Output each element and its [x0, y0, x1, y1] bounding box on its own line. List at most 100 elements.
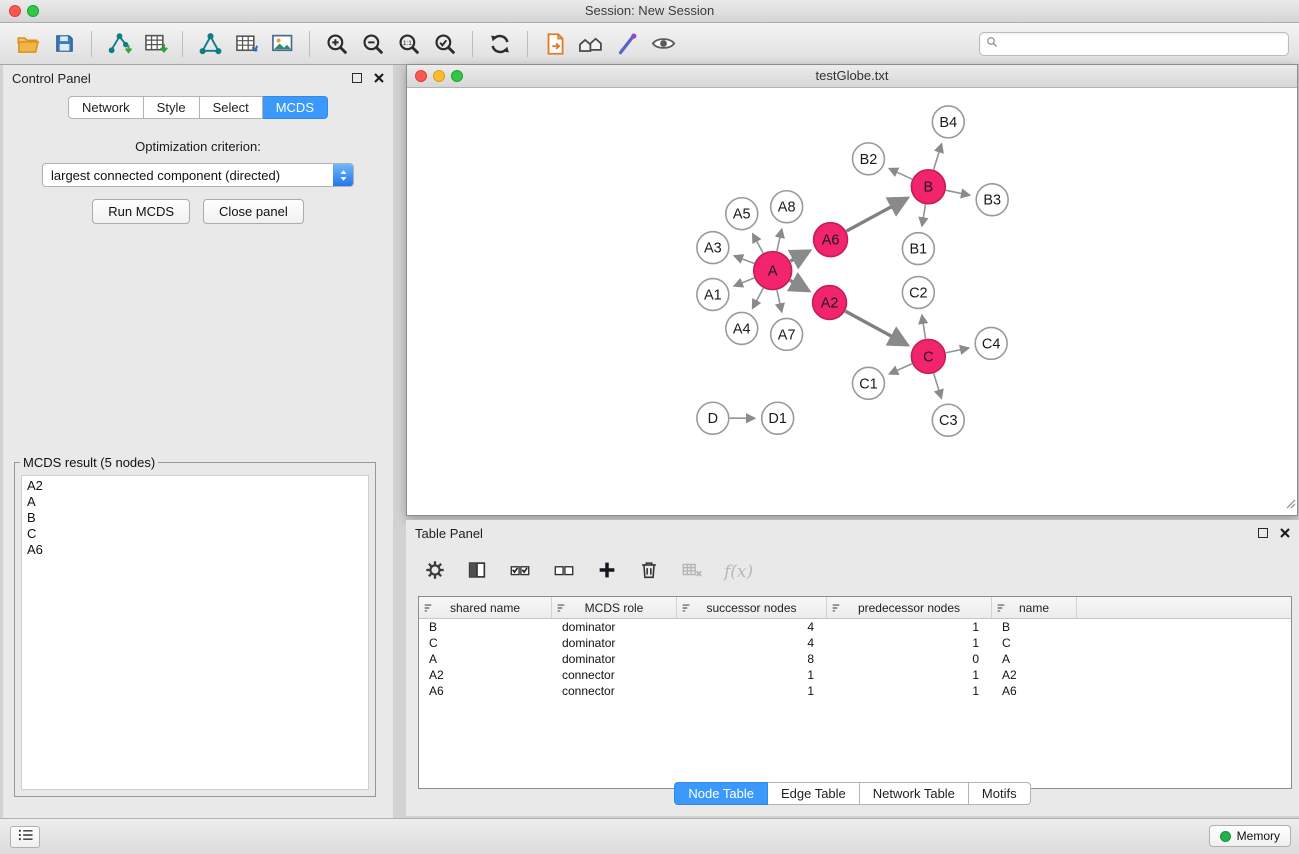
tab-motifs[interactable]: Motifs [969, 782, 1031, 805]
zoom-reset-button[interactable]: 1:1 [391, 27, 427, 61]
network-zoom-icon[interactable] [451, 70, 463, 82]
graph-node[interactable]: A4 [726, 312, 758, 344]
table-row[interactable]: Cdominator41C [419, 635, 1291, 651]
result-item[interactable]: C [22, 526, 368, 542]
graph-node-dominator[interactable]: B [911, 170, 945, 204]
deselect-all-button[interactable] [552, 559, 576, 586]
float-panel-icon[interactable] [352, 73, 362, 83]
table-row[interactable]: Bdominator41B [419, 619, 1291, 635]
graph-node-dominator[interactable]: C [911, 339, 945, 373]
graph-edge[interactable] [734, 278, 754, 286]
tab-select[interactable]: Select [200, 96, 263, 119]
network-close-icon[interactable] [415, 70, 427, 82]
graph-edge[interactable] [790, 280, 809, 290]
result-item[interactable]: A2 [22, 478, 368, 494]
graph-node[interactable]: A1 [697, 279, 729, 311]
zoom-out-button[interactable] [355, 27, 391, 61]
graph-node-dominator[interactable]: A [754, 252, 792, 290]
import-network-file-button[interactable] [101, 27, 137, 61]
graph-node[interactable]: B3 [976, 184, 1008, 216]
tab-edge-table[interactable]: Edge Table [768, 782, 860, 805]
graph-node[interactable]: B2 [852, 143, 884, 175]
graph-node[interactable]: A3 [697, 232, 729, 264]
table-row[interactable]: A6connector11A6 [419, 683, 1291, 699]
criterion-dropdown[interactable]: largest connected component (directed) [42, 163, 354, 187]
column-header-mcds-role[interactable]: MCDS role [552, 597, 677, 618]
export-document-button[interactable] [537, 27, 573, 61]
graph-edge[interactable] [790, 251, 809, 261]
new-network-button[interactable] [192, 27, 228, 61]
run-mcds-button[interactable]: Run MCDS [92, 199, 190, 224]
export-image-button[interactable] [264, 27, 300, 61]
style-brush-button[interactable] [609, 27, 645, 61]
graph-edge[interactable] [889, 169, 912, 180]
close-panel-icon[interactable] [1280, 526, 1290, 541]
graph-edge[interactable] [753, 288, 764, 308]
save-button[interactable] [46, 27, 82, 61]
close-panel-button[interactable]: Close panel [203, 199, 304, 224]
memory-button[interactable]: Memory [1209, 825, 1291, 847]
window-zoom-icon[interactable] [27, 5, 39, 17]
close-panel-icon[interactable] [374, 71, 384, 86]
table-settings-button[interactable] [424, 559, 446, 586]
result-item[interactable]: A6 [22, 542, 368, 558]
mcds-result-list[interactable]: A2ABCA6 [21, 475, 369, 790]
open-file-button[interactable] [10, 27, 46, 61]
refresh-button[interactable] [482, 27, 518, 61]
graph-node-dominator[interactable]: A2 [813, 286, 847, 320]
graph-edge[interactable] [845, 311, 907, 345]
graph-edge[interactable] [934, 374, 942, 399]
graph-edge[interactable] [946, 348, 969, 353]
graph-node-dominator[interactable]: A6 [814, 223, 848, 257]
search-field[interactable] [979, 32, 1289, 56]
show-columns-button[interactable] [466, 559, 488, 586]
graph-node[interactable]: A8 [771, 191, 803, 223]
resize-grip[interactable] [1284, 496, 1296, 514]
tab-style[interactable]: Style [144, 96, 200, 119]
zoom-in-button[interactable] [319, 27, 355, 61]
graph-edge[interactable] [734, 256, 754, 264]
tab-network-table[interactable]: Network Table [860, 782, 969, 805]
network-canvas[interactable]: AA2A6BCA1A3A4A5A7A8B1B2B3B4C1C2C3C4DD1 [407, 88, 1297, 515]
graph-node[interactable]: C2 [902, 277, 934, 309]
tab-node-table[interactable]: Node Table [674, 782, 768, 805]
select-all-button[interactable] [508, 559, 532, 586]
graph-edge[interactable] [889, 364, 912, 374]
graph-node[interactable]: D1 [762, 402, 794, 434]
show-hide-button[interactable] [645, 27, 681, 61]
graph-edge[interactable] [753, 234, 763, 253]
graph-node[interactable]: A7 [771, 318, 803, 350]
import-table-file-button[interactable] [137, 27, 173, 61]
column-header-shared-name[interactable]: shared name [419, 597, 552, 618]
network-minimize-icon[interactable] [433, 70, 445, 82]
graph-edge[interactable] [777, 229, 782, 251]
table-row[interactable]: Adominator80A [419, 651, 1291, 667]
graph-edge[interactable] [922, 204, 925, 225]
search-input[interactable] [1003, 36, 1282, 52]
column-header-name[interactable]: name [992, 597, 1077, 618]
show-panels-button[interactable] [10, 826, 40, 848]
result-item[interactable]: B [22, 510, 368, 526]
table-row[interactable]: A2connector11A2 [419, 667, 1291, 683]
home-overview-button[interactable] [573, 27, 609, 61]
add-row-button[interactable] [596, 559, 618, 586]
column-header-predecessor-nodes[interactable]: predecessor nodes [827, 597, 992, 618]
graph-edge[interactable] [846, 198, 907, 231]
graph-node[interactable]: C4 [975, 327, 1007, 359]
tab-mcds[interactable]: MCDS [263, 96, 328, 119]
delete-row-button[interactable] [638, 559, 660, 586]
delete-column-button[interactable] [680, 559, 704, 586]
graph-node[interactable]: D [697, 402, 729, 434]
graph-node[interactable]: A5 [726, 198, 758, 230]
graph-node[interactable]: C3 [932, 404, 964, 436]
graph-edge[interactable] [777, 290, 782, 312]
graph-edge[interactable] [946, 190, 970, 195]
float-panel-icon[interactable] [1258, 528, 1268, 538]
graph-edge[interactable] [922, 315, 926, 338]
tab-network[interactable]: Network [68, 96, 144, 119]
new-table-button[interactable] [228, 27, 264, 61]
graph-node[interactable]: B1 [902, 233, 934, 265]
network-window-titlebar[interactable]: testGlobe.txt [407, 65, 1297, 88]
graph-edge[interactable] [934, 144, 942, 170]
zoom-fit-selected-button[interactable] [427, 27, 463, 61]
